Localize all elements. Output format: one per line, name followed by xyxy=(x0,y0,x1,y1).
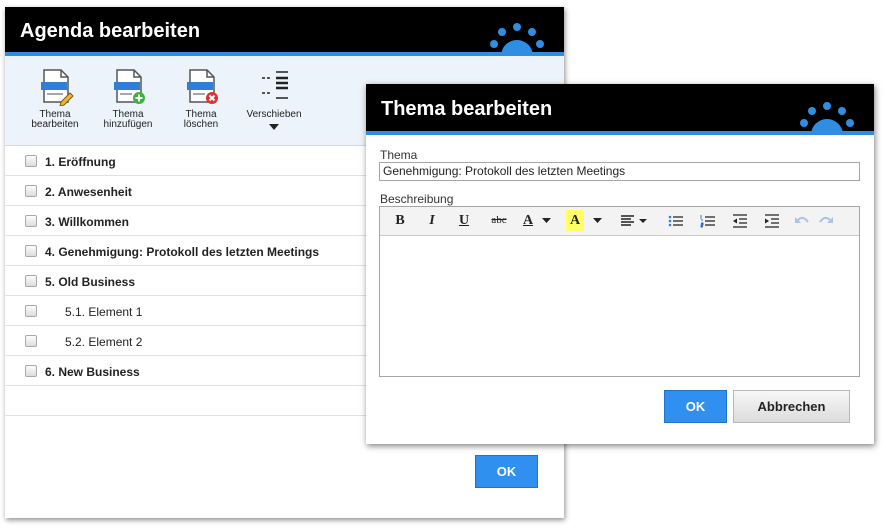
item-checkbox[interactable] xyxy=(25,155,37,167)
font-color-dropdown[interactable] xyxy=(540,210,552,231)
item-checkbox[interactable] xyxy=(25,365,37,377)
numbered-list-icon xyxy=(700,214,715,228)
redo-icon xyxy=(819,216,833,223)
font-color-button[interactable]: A xyxy=(518,210,538,231)
cancel-button[interactable]: Abbrechen xyxy=(733,390,850,423)
bullet-list-button[interactable] xyxy=(666,210,686,231)
item-label: 6. New Business xyxy=(45,365,140,379)
add-topic-button[interactable]: Thema hinzufügen xyxy=(93,66,163,130)
item-label: 3. Willkommen xyxy=(45,215,129,229)
edit-topic-label-2: bearbeiten xyxy=(31,119,79,130)
item-checkbox[interactable] xyxy=(25,305,37,317)
document-plus-icon xyxy=(114,69,145,104)
item-label: 1. Eröffnung xyxy=(45,155,116,169)
item-checkbox[interactable] xyxy=(25,245,37,257)
document-pencil-icon xyxy=(41,69,74,106)
add-topic-label-2: hinzufügen xyxy=(103,119,153,130)
bullet-list-icon xyxy=(668,215,683,227)
item-checkbox[interactable] xyxy=(25,275,37,287)
move-button[interactable]: Verschieben xyxy=(239,66,309,130)
description-editor: B I U abc A A xyxy=(379,206,860,377)
agenda-title: Agenda bearbeiten xyxy=(20,20,201,42)
underline-button[interactable]: U xyxy=(452,210,476,231)
strikethrough-button[interactable]: abc xyxy=(484,210,514,231)
highlight-dropdown[interactable] xyxy=(591,210,603,231)
item-label: 4. Genehmigung: Protokoll des letzten Me… xyxy=(45,245,320,259)
highlight-button[interactable]: A xyxy=(566,210,584,231)
redo-button[interactable] xyxy=(816,210,836,231)
dialog-ok-button[interactable]: OK xyxy=(664,390,727,423)
indent-button[interactable] xyxy=(762,210,782,231)
agenda-ok-button[interactable]: OK xyxy=(475,455,538,488)
item-checkbox[interactable] xyxy=(25,335,37,347)
logo-icon xyxy=(800,102,854,135)
description-label: Beschreibung xyxy=(380,192,454,206)
chevron-down-icon xyxy=(541,217,551,223)
topic-input[interactable]: Genehmigung: Protokoll des letzten Meeti… xyxy=(379,162,860,181)
dialog-title: Thema bearbeiten xyxy=(381,98,553,120)
edit-topic-dialog: Thema bearbeiten Thema Genehmigung: Prot… xyxy=(366,84,874,444)
move-lines-icon xyxy=(262,71,288,99)
logo-icon xyxy=(490,23,544,56)
agenda-titlebar: Agenda bearbeiten xyxy=(5,7,564,56)
item-checkbox[interactable] xyxy=(25,185,37,197)
align-button[interactable] xyxy=(618,210,650,231)
editor-toolbar: B I U abc A A xyxy=(380,207,859,236)
chevron-down-icon xyxy=(592,217,602,223)
align-left-icon xyxy=(621,215,647,226)
item-label: 5.1. Element 1 xyxy=(65,305,143,319)
chevron-down-icon xyxy=(269,124,279,130)
description-textarea[interactable] xyxy=(380,237,859,376)
bold-button[interactable]: B xyxy=(388,210,412,231)
delete-topic-label-2: löschen xyxy=(183,119,219,130)
delete-topic-button[interactable]: Thema löschen xyxy=(166,66,236,130)
outdent-button[interactable] xyxy=(730,210,750,231)
document-x-icon xyxy=(187,69,218,104)
item-label: 5. Old Business xyxy=(45,275,136,289)
indent-icon xyxy=(765,214,779,228)
topic-label: Thema xyxy=(380,148,418,162)
edit-topic-button[interactable]: Thema bearbeiten xyxy=(20,66,90,130)
undo-icon xyxy=(795,216,809,223)
item-label: 2. Anwesenheit xyxy=(45,185,132,199)
item-label: 5.2. Element 2 xyxy=(65,335,143,349)
numbered-list-button[interactable] xyxy=(698,210,718,231)
undo-button[interactable] xyxy=(792,210,812,231)
italic-button[interactable]: I xyxy=(420,210,444,231)
dialog-titlebar: Thema bearbeiten xyxy=(366,84,874,135)
move-label: Verschieben xyxy=(246,109,302,120)
item-checkbox[interactable] xyxy=(25,215,37,227)
outdent-icon xyxy=(733,214,747,228)
